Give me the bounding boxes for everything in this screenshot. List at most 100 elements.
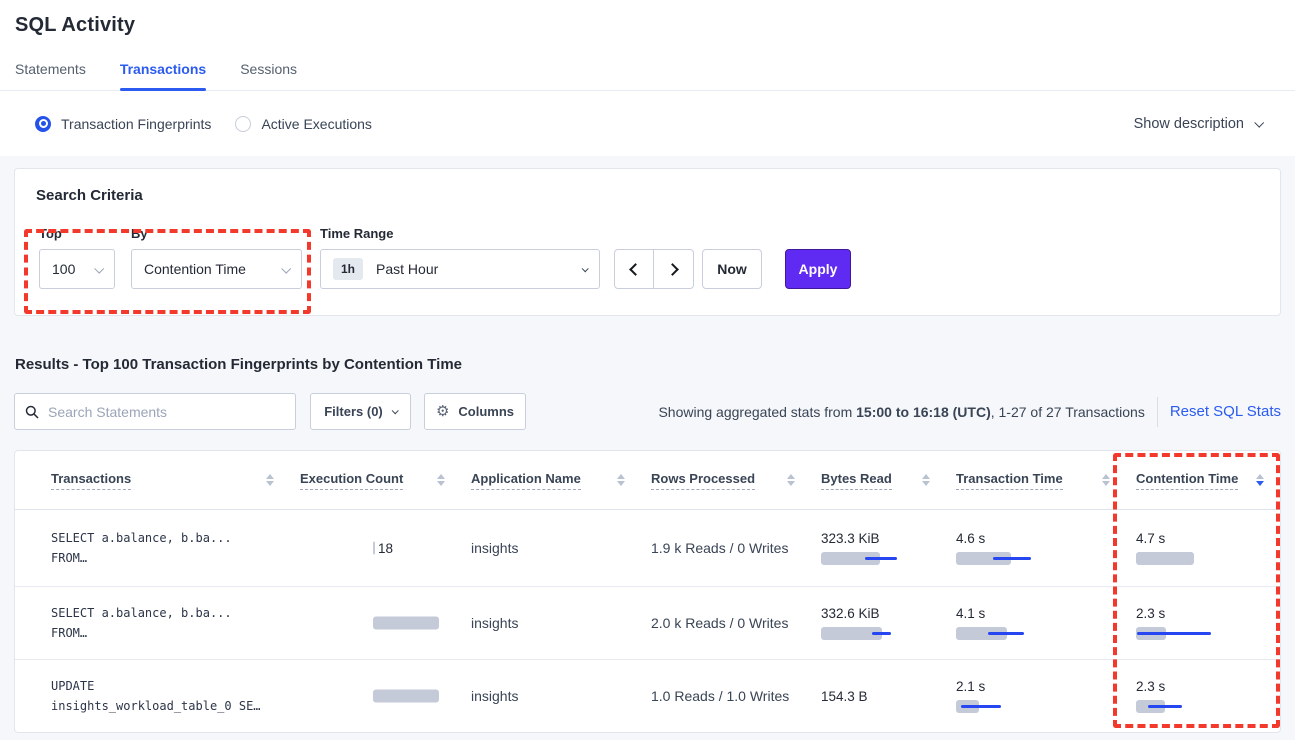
show-description-label: Show description	[1134, 116, 1244, 132]
sql-activity-page: SQL Activity Statements Transactions Ses…	[0, 0, 1295, 740]
metric-bar	[956, 627, 1024, 640]
time-range-label: Time Range	[320, 226, 600, 241]
search-criteria-heading: Search Criteria	[36, 187, 1280, 204]
execution-count-cell: 2k	[300, 587, 471, 659]
tab-bar: Statements Transactions Sessions	[15, 61, 1280, 90]
sort-icon[interactable]	[266, 474, 274, 486]
main-content: Search Criteria Top 100 By Contention Ti…	[0, 168, 1295, 733]
by-select[interactable]: Contention Time	[131, 249, 302, 289]
search-statements-box	[14, 393, 296, 430]
chevron-down-icon	[391, 407, 398, 414]
time-range-badge: 1h	[333, 258, 363, 280]
chevron-down-icon	[94, 263, 104, 273]
apply-button[interactable]: Apply	[785, 249, 851, 289]
aggregated-stats-text: Showing aggregated stats from 15:00 to 1…	[658, 404, 1144, 420]
column-header-bytes-read[interactable]: Bytes Read	[821, 471, 956, 490]
top-select[interactable]: 100	[39, 249, 115, 289]
radio-label: Transaction Fingerprints	[61, 116, 211, 132]
column-header-application-name[interactable]: Application Name	[471, 471, 651, 490]
now-button[interactable]: Now	[702, 249, 762, 289]
transaction-time-cell: 4.6 s	[956, 510, 1136, 586]
view-toggle-toolbar: Transaction Fingerprints Active Executio…	[0, 91, 1295, 156]
metric-bar	[821, 552, 897, 565]
by-label: By	[131, 226, 302, 241]
chevron-down-icon	[582, 265, 589, 272]
prev-time-button[interactable]	[615, 250, 654, 288]
tab-statements[interactable]: Statements	[15, 61, 86, 90]
metric-bar	[373, 617, 439, 630]
table-row[interactable]: SELECT a.balance, b.ba...FROM…18insights…	[15, 510, 1280, 587]
column-header-rows-processed[interactable]: Rows Processed	[651, 471, 821, 490]
stats-time-range: 15:00 to 16:18 (UTC)	[856, 404, 991, 420]
metric-bar	[956, 700, 1001, 713]
radio-selected-icon	[35, 116, 51, 132]
application-name-cell: insights	[471, 587, 651, 659]
chevron-down-icon	[281, 263, 291, 273]
transactions-table: Transactions Execution Count Application…	[14, 450, 1281, 733]
radio-transaction-fingerprints[interactable]: Transaction Fingerprints	[35, 116, 211, 132]
transaction-time-cell: 4.1 s	[956, 587, 1136, 659]
transaction-time-cell: 2.1 s	[956, 660, 1136, 732]
tab-transactions[interactable]: Transactions	[120, 61, 206, 90]
bytes-read-cell: 332.6 KiB	[821, 587, 956, 659]
execution-count-cell: 18	[300, 510, 471, 586]
gear-icon: ⚙	[436, 404, 449, 419]
top-label: Top	[39, 226, 115, 241]
sort-icon[interactable]	[437, 474, 445, 486]
table-body: SELECT a.balance, b.ba...FROM…18insights…	[15, 510, 1280, 733]
search-criteria-panel: Search Criteria Top 100 By Contention Ti…	[14, 168, 1281, 316]
page-title: SQL Activity	[15, 14, 1280, 37]
results-controls: Filters (0) ⚙ Columns Showing aggregated…	[14, 393, 1281, 430]
sort-icon[interactable]	[787, 474, 795, 486]
sort-icon[interactable]	[1256, 474, 1264, 486]
reset-sql-stats-link[interactable]: Reset SQL Stats	[1170, 403, 1281, 420]
time-range-nav	[614, 249, 694, 289]
contention-time-cell: 4.7 s	[1136, 510, 1270, 586]
table-row[interactable]: UPDATEinsights_workload_table_0 SE…2kins…	[15, 660, 1280, 733]
view-mode-radio-group: Transaction Fingerprints Active Executio…	[35, 116, 372, 132]
rows-processed-cell: 2.0 k Reads / 0 Writes	[651, 587, 821, 659]
tab-sessions[interactable]: Sessions	[240, 61, 297, 90]
transaction-query-link[interactable]: SELECT a.balance, b.ba...FROM…	[51, 510, 300, 586]
radio-label: Active Executions	[261, 116, 372, 132]
sort-icon[interactable]	[922, 474, 930, 486]
table-header-row: Transactions Execution Count Application…	[15, 451, 1280, 510]
top-field: Top 100	[39, 226, 115, 289]
next-time-button[interactable]	[654, 250, 693, 288]
rows-processed-cell: 1.9 k Reads / 0 Writes	[651, 510, 821, 586]
radio-active-executions[interactable]: Active Executions	[235, 116, 372, 132]
table-row[interactable]: SELECT a.balance, b.ba...FROM…2kinsights…	[15, 587, 1280, 660]
column-header-transactions[interactable]: Transactions	[51, 471, 300, 490]
sort-icon[interactable]	[1102, 474, 1110, 486]
results-heading: Results - Top 100 Transaction Fingerprin…	[15, 356, 1281, 373]
rows-processed-cell: 1.0 Reads / 1.0 Writes	[651, 660, 821, 732]
sort-icon[interactable]	[617, 474, 625, 486]
chevron-right-icon	[666, 263, 679, 276]
search-icon	[25, 405, 39, 419]
page-header: SQL Activity Statements Transactions Ses…	[0, 0, 1295, 91]
columns-button[interactable]: ⚙ Columns	[424, 393, 526, 430]
bytes-read-cell: 154.3 B	[821, 660, 956, 732]
time-range-field: Time Range 1h Past Hour	[320, 226, 600, 289]
bytes-read-cell: 323.3 KiB	[821, 510, 956, 586]
metric-bar	[956, 552, 1031, 565]
column-header-contention-time[interactable]: Contention Time	[1136, 471, 1270, 490]
contention-time-cell: 2.3 s	[1136, 660, 1270, 732]
filters-button[interactable]: Filters (0)	[310, 393, 411, 430]
column-header-execution-count[interactable]: Execution Count	[300, 471, 471, 490]
time-range-select[interactable]: 1h Past Hour	[320, 249, 600, 289]
metric-bar	[821, 627, 891, 640]
chevron-down-icon	[1254, 118, 1264, 128]
show-description-toggle[interactable]: Show description	[1134, 116, 1262, 132]
transaction-query-link[interactable]: SELECT a.balance, b.ba...FROM…	[51, 587, 300, 659]
by-field: By Contention Time	[131, 226, 302, 289]
transaction-query-link[interactable]: UPDATEinsights_workload_table_0 SE…	[51, 660, 300, 732]
radio-unselected-icon	[235, 116, 251, 132]
search-statements-input[interactable]	[48, 404, 285, 420]
metric-bar	[1136, 700, 1182, 713]
metric-bar	[1136, 627, 1211, 640]
column-header-transaction-time[interactable]: Transaction Time	[956, 471, 1136, 490]
metric-bar	[1136, 552, 1194, 565]
contention-time-cell: 2.3 s	[1136, 587, 1270, 659]
metric-bar	[373, 542, 375, 555]
